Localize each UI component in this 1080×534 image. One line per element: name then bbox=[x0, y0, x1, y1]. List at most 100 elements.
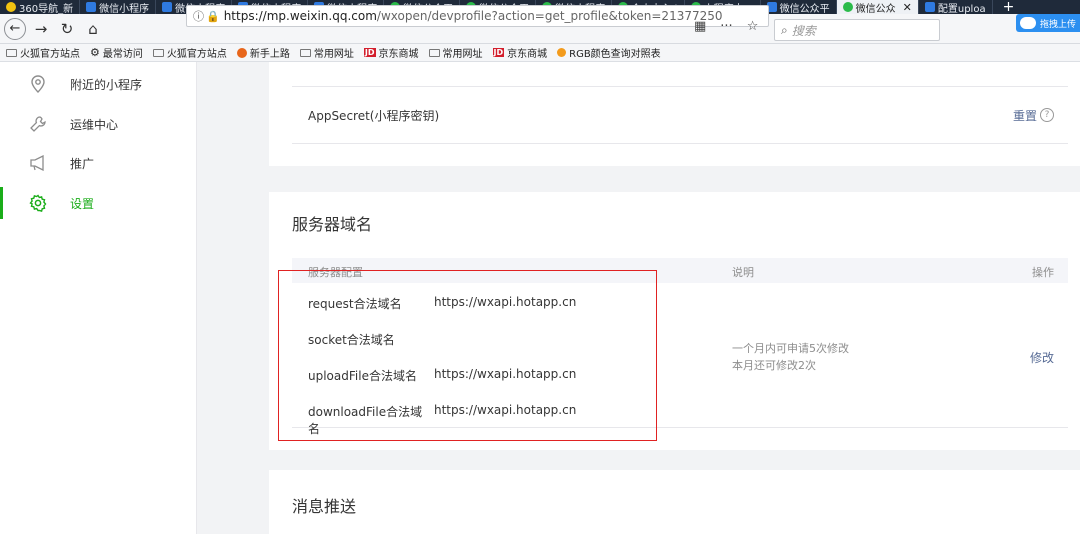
bookmark-label: RGB颜色查询对照表 bbox=[569, 49, 661, 60]
search-icon: ⌕ bbox=[781, 22, 788, 37]
bookmark-item[interactable]: JD 京东商城 bbox=[492, 45, 548, 60]
bookmark-item[interactable]: 新手上路 bbox=[236, 45, 290, 60]
folder-icon bbox=[152, 48, 164, 57]
table-header: 服务器配置 说明 操作 bbox=[292, 258, 1068, 283]
url-actions: ▦ ··· ☆ bbox=[694, 19, 758, 34]
domain-name: uploadFile合法域名 bbox=[308, 369, 417, 383]
bookmark-item[interactable]: 常用网址 bbox=[428, 45, 483, 60]
reset-secret-link[interactable]: 重置 ? bbox=[1013, 107, 1054, 124]
table-row: downloadFile合法域名 https://wxapi.hotapp.cn bbox=[308, 403, 576, 436]
star-icon[interactable]: ☆ bbox=[747, 19, 759, 34]
appsecret-row: AppSecret(小程序密钥) 重置 ? bbox=[292, 86, 1068, 144]
reset-label: 重置 bbox=[1012, 108, 1037, 123]
server-domain-card: 服务器域名 服务器配置 说明 操作 request合法域名 https://wx… bbox=[269, 192, 1080, 450]
search-input[interactable]: ⌕ 搜索 bbox=[774, 19, 940, 41]
drag-upload-extension[interactable]: 拖拽上传 bbox=[1016, 14, 1080, 32]
table-row: uploadFile合法域名 https://wxapi.hotapp.cn bbox=[308, 367, 576, 387]
qr-code-icon[interactable]: ▦ bbox=[694, 19, 706, 34]
bookmark-label: 常用网址 bbox=[313, 49, 354, 60]
browser-tab[interactable]: 360导航_新 bbox=[0, 0, 81, 15]
app-logo-icon bbox=[162, 2, 173, 12]
jd-icon: JD bbox=[492, 48, 505, 57]
bookmark-label: 新手上路 bbox=[249, 49, 290, 60]
bookmark-label: 京东商城 bbox=[378, 49, 419, 60]
browser-tab[interactable]: 微信公众平 bbox=[761, 0, 837, 14]
bookmark-label: 常用网址 bbox=[442, 49, 483, 60]
new-tab-button[interactable]: + bbox=[993, 0, 1025, 14]
sidebar-item-promotion[interactable]: 推广 bbox=[0, 143, 196, 183]
browser-tab[interactable]: 微信小程序 bbox=[80, 0, 157, 15]
domain-value: https://wxapi.hotapp.cn bbox=[434, 295, 577, 309]
gear-icon bbox=[29, 194, 47, 212]
browser-tab-label: 配置uploa bbox=[937, 3, 986, 15]
nav360-icon bbox=[6, 2, 16, 12]
bookmarks-bar: 火狐官方站点 ⚙ 最常访问 火狐官方站点 新手上路 常用网址 JD 京东商城 常用网址 JD 京东商… bbox=[0, 44, 1080, 62]
sidebar-item-settings[interactable]: 设置 bbox=[0, 183, 196, 223]
column-header-config: 服务器配置 bbox=[308, 266, 363, 279]
browser-tab-label: 微信公众 bbox=[855, 3, 896, 15]
modify-link[interactable]: 修改 bbox=[1030, 349, 1054, 366]
section-title: 服务器域名 bbox=[292, 215, 373, 234]
browser-tab[interactable]: 微信公众 ✕ bbox=[836, 0, 919, 15]
location-icon bbox=[29, 75, 47, 93]
url-bar[interactable]: ⓘ 🔒 https://mp.weixin.qq.com/wxopen/devp… bbox=[186, 5, 769, 27]
info-icon[interactable]: ⓘ bbox=[193, 8, 204, 24]
megaphone-icon bbox=[29, 154, 47, 172]
bookmark-item[interactable]: RGB颜色查询对照表 bbox=[557, 45, 661, 60]
bookmark-item[interactable]: JD 京东商城 bbox=[363, 45, 419, 60]
section-title: 消息推送 bbox=[292, 497, 357, 516]
help-icon[interactable]: ? bbox=[1040, 108, 1054, 122]
bookmark-label: 京东商城 bbox=[507, 49, 548, 60]
extension-label: 拖拽上传 bbox=[1040, 19, 1077, 30]
arrow-left-icon: ← bbox=[9, 21, 21, 36]
url-host: https://mp.weixin.qq.com bbox=[223, 9, 377, 23]
more-icon[interactable]: ··· bbox=[720, 19, 732, 34]
sidebar-item-label: 推广 bbox=[70, 156, 95, 171]
back-button[interactable]: ← bbox=[4, 17, 26, 40]
forward-button[interactable]: → bbox=[30, 18, 52, 40]
sidebar-item-label: 附近的小程序 bbox=[70, 77, 143, 92]
url-path: /wxopen/devprofile?action=get_profile&to… bbox=[376, 9, 723, 23]
reload-icon: ↻ bbox=[60, 19, 74, 38]
bookmark-label: 火狐官方站点 bbox=[20, 49, 80, 60]
browser-tab-label: 微信小程序 bbox=[99, 3, 150, 15]
wrench-icon bbox=[29, 115, 47, 133]
reload-button[interactable]: ↻ bbox=[56, 18, 78, 40]
gear-icon: ⚙ bbox=[90, 46, 100, 59]
close-tab-icon[interactable]: ✕ bbox=[903, 1, 912, 14]
folder-icon bbox=[6, 48, 17, 57]
app-logo-icon bbox=[924, 2, 935, 12]
bookmark-label: 最常访问 bbox=[102, 49, 143, 60]
table-body: request合法域名 https://wxapi.hotapp.cn sock… bbox=[292, 283, 1068, 436]
sidebar-item-label: 运维中心 bbox=[70, 117, 119, 132]
firefox-icon bbox=[236, 47, 247, 58]
domain-value: https://wxapi.hotapp.cn bbox=[434, 367, 577, 381]
column-header-op: 操作 bbox=[1032, 266, 1054, 279]
message-push-card: 消息推送 bbox=[269, 470, 1080, 534]
sidebar-item-nearby[interactable]: 附近的小程序 bbox=[0, 64, 196, 104]
domain-name: socket合法域名 bbox=[308, 333, 395, 347]
domain-name: request合法域名 bbox=[308, 297, 402, 311]
bookmark-item[interactable]: 常用网址 bbox=[299, 45, 354, 60]
modify-description: 一个月内可申请5次修改 本月还可修改2次 bbox=[732, 340, 849, 374]
bookmark-item[interactable]: 火狐官方站点 bbox=[152, 45, 227, 60]
appsecret-label: AppSecret(小程序密钥) bbox=[308, 108, 440, 123]
table-row: request合法域名 https://wxapi.hotapp.cn bbox=[308, 295, 576, 315]
sidebar: 附近的小程序 运维中心 推广 设置 bbox=[0, 62, 197, 534]
dev-settings-card: AppSecret(小程序密钥) 重置 ? bbox=[269, 62, 1080, 166]
home-icon: ⌂ bbox=[88, 19, 98, 38]
sidebar-item-ops[interactable]: 运维中心 bbox=[0, 104, 196, 144]
domain-name: downloadFile合法域名 bbox=[308, 405, 423, 436]
column-header-desc: 说明 bbox=[732, 266, 754, 279]
app-logo-icon bbox=[86, 2, 97, 12]
bookmark-item[interactable]: ⚙ 最常访问 bbox=[90, 45, 143, 60]
jd-icon: JD bbox=[363, 48, 376, 57]
bookmark-label: 火狐官方站点 bbox=[166, 49, 227, 60]
folder-icon bbox=[299, 48, 311, 57]
browser-tab[interactable]: 配置uploa bbox=[919, 0, 993, 14]
browser-tab-label: 360导航_新 bbox=[19, 3, 74, 15]
home-button[interactable]: ⌂ bbox=[82, 18, 104, 40]
desc-line: 本月还可修改2次 bbox=[732, 359, 816, 372]
cloud-icon bbox=[1020, 17, 1036, 29]
bookmark-item[interactable]: 火狐官方站点 bbox=[6, 45, 80, 60]
